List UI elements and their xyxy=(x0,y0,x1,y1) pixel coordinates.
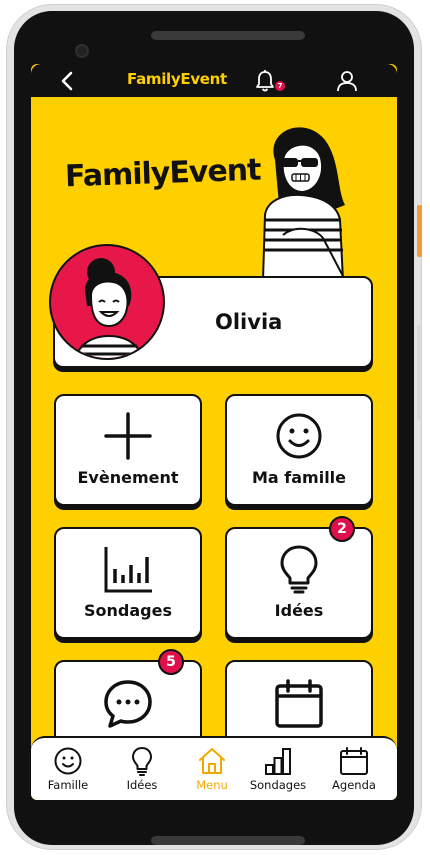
ideas-tile[interactable]: Idées xyxy=(225,527,373,639)
calendar-icon xyxy=(275,679,323,728)
smiley-icon xyxy=(54,747,82,775)
front-camera xyxy=(75,44,89,58)
plus-icon xyxy=(104,412,152,460)
brand-title: FamilyEvent xyxy=(64,152,262,195)
nav-label-sondages: Sondages xyxy=(249,778,307,792)
messages-badge: 5 xyxy=(158,649,184,675)
nav-item-sondages[interactable]: Sondages xyxy=(245,742,311,798)
nav-item-menu[interactable]: Menu xyxy=(179,742,245,798)
woman-sunglasses-illustration xyxy=(261,127,346,280)
family-tile[interactable]: Ma famille xyxy=(225,394,373,506)
lightbulb-icon xyxy=(132,747,152,776)
nav-label-idees: Idées xyxy=(126,778,158,792)
event-tile[interactable]: Evènement xyxy=(54,394,202,506)
user-icon[interactable] xyxy=(335,69,359,93)
profile-name: Olivia xyxy=(215,310,283,334)
nav-item-idees[interactable]: Idées xyxy=(109,742,175,798)
top-bar: FamilyEvent 7 xyxy=(31,64,397,97)
lightbulb-icon xyxy=(280,545,318,594)
nav-label-menu: Menu xyxy=(196,778,228,792)
nav-item-famille[interactable]: Famille xyxy=(35,742,101,798)
bottom-navigation: Famille Idées Menu Sondages Agenda xyxy=(31,736,397,800)
girl-avatar-illustration xyxy=(74,258,144,358)
family-tile-label: Ma famille xyxy=(251,468,347,487)
app-screen: FamilyEvent 7 FamilyEvent Olivia Evèneme… xyxy=(31,64,397,800)
home-icon xyxy=(199,748,225,774)
chat-icon xyxy=(104,680,152,728)
app-title: FamilyEvent xyxy=(127,70,227,88)
nav-label-agenda: Agenda xyxy=(332,778,376,792)
bottom-speaker xyxy=(151,836,305,845)
ideas-badge: 2 xyxy=(329,516,355,542)
volume-button xyxy=(417,325,422,420)
polls-tile-label: Sondages xyxy=(84,601,172,620)
earpiece-speaker xyxy=(151,31,305,40)
nav-item-agenda[interactable]: Agenda xyxy=(321,742,387,798)
nav-label-famille: Famille xyxy=(47,778,89,792)
calendar-icon xyxy=(340,747,368,775)
back-arrow-icon[interactable] xyxy=(57,70,81,92)
smiley-icon xyxy=(276,413,322,459)
ideas-tile-label: Idées xyxy=(274,601,324,620)
avatar[interactable] xyxy=(49,244,165,360)
polls-tile[interactable]: Sondages xyxy=(54,527,202,639)
notification-badge: 7 xyxy=(274,80,286,92)
bar-chart-icon xyxy=(104,547,152,593)
bar-chart-icon xyxy=(265,748,291,775)
event-tile-label: Evènement xyxy=(77,468,179,487)
bell-icon[interactable] xyxy=(254,69,276,93)
power-button xyxy=(417,205,422,257)
